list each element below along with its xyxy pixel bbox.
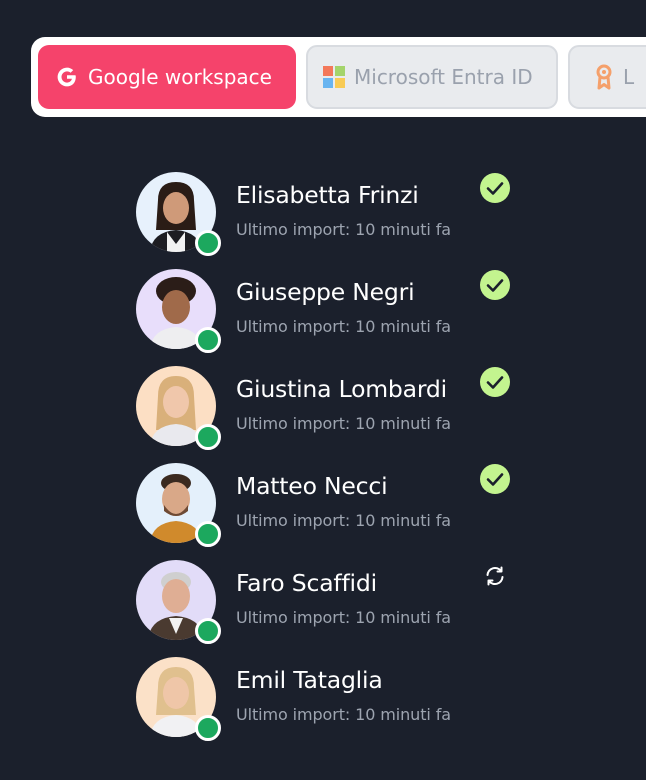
last-import-text: Ultimo import: 10 minuti fa — [236, 414, 451, 433]
last-import-text: Ultimo import: 10 minuti fa — [236, 705, 451, 724]
online-status-dot — [195, 715, 221, 741]
user-name: Elisabetta Frinzi — [236, 181, 419, 209]
provider-tab-bar: Google workspace Microsoft Entra ID L — [31, 37, 646, 117]
list-item[interactable]: Giuseppe Negri Ultimo import: 10 minuti … — [134, 269, 534, 366]
tab-microsoft-entra-id[interactable]: Microsoft Entra ID — [306, 45, 558, 109]
last-import-text: Ultimo import: 10 minuti fa — [236, 317, 451, 336]
avatar — [136, 172, 221, 256]
online-status-dot — [195, 230, 221, 256]
online-status-dot — [195, 618, 221, 644]
list-item[interactable]: Emil Tataglia Ultimo import: 10 minuti f… — [134, 657, 534, 754]
avatar — [136, 560, 221, 644]
success-check-icon — [479, 172, 511, 204]
success-check-icon — [479, 463, 511, 495]
online-status-dot — [195, 521, 221, 547]
online-status-dot — [195, 327, 221, 353]
last-import-text: Ultimo import: 10 minuti fa — [236, 220, 451, 239]
tab-third-provider[interactable]: L — [568, 45, 646, 109]
import-panel: Google workspace Microsoft Entra ID L El… — [0, 0, 646, 780]
google-icon — [55, 65, 79, 89]
avatar — [136, 366, 221, 450]
avatar — [136, 657, 221, 741]
avatar — [136, 269, 221, 353]
tab-label: L — [623, 65, 635, 89]
last-import-text: Ultimo import: 10 minuti fa — [236, 511, 451, 530]
tab-label: Google workspace — [88, 65, 272, 89]
list-item[interactable]: Matteo Necci Ultimo import: 10 minuti fa — [134, 463, 534, 560]
tab-label: Microsoft Entra ID — [354, 65, 533, 89]
user-name: Giuseppe Negri — [236, 278, 415, 306]
user-name: Emil Tataglia — [236, 666, 383, 694]
success-check-icon — [479, 366, 511, 398]
list-item[interactable]: Elisabetta Frinzi Ultimo import: 10 minu… — [134, 172, 534, 269]
microsoft-icon — [323, 66, 345, 88]
badge-icon — [594, 64, 614, 90]
last-import-text: Ultimo import: 10 minuti fa — [236, 608, 451, 627]
list-item[interactable]: Giustina Lombardi Ultimo import: 10 minu… — [134, 366, 534, 463]
success-check-icon — [479, 269, 511, 301]
tab-google-workspace[interactable]: Google workspace — [38, 45, 296, 109]
avatar — [136, 463, 221, 547]
list-item[interactable]: Faro Scaffidi Ultimo import: 10 minuti f… — [134, 560, 534, 657]
sync-refresh-icon — [479, 560, 511, 592]
user-name: Faro Scaffidi — [236, 569, 377, 597]
user-name: Matteo Necci — [236, 472, 388, 500]
user-name: Giustina Lombardi — [236, 375, 447, 403]
user-list: Elisabetta Frinzi Ultimo import: 10 minu… — [134, 172, 534, 754]
online-status-dot — [195, 424, 221, 450]
